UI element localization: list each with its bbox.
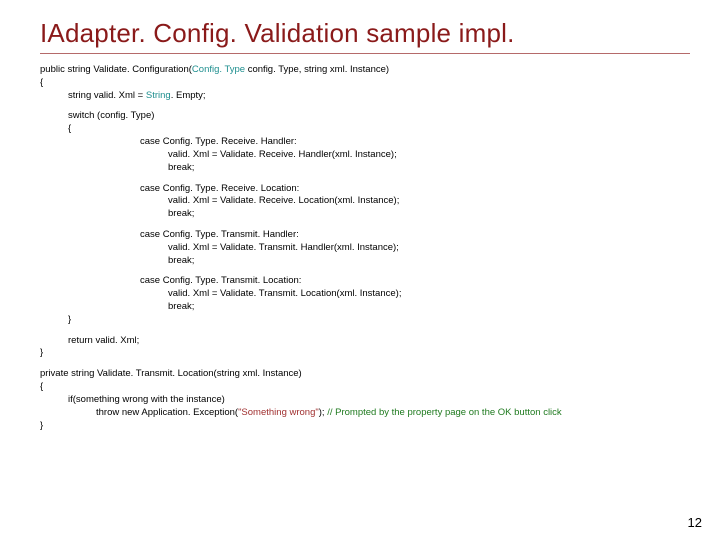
code-line: } [40,347,690,360]
slide-title: IAdapter. Config. Validation sample impl… [40,18,690,49]
code-line: valid. Xml = Validate. Receive. Handler(… [168,149,690,162]
code-line: } [68,314,690,327]
code-line: break; [168,301,690,314]
title-divider [40,53,690,54]
code-line: { [40,77,690,90]
code-line: valid. Xml = Validate. Transmit. Locatio… [168,288,690,301]
code-line: case Config. Type. Transmit. Location: [140,275,690,288]
code-line: case Config. Type. Receive. Handler: [140,136,690,149]
code-line: valid. Xml = Validate. Receive. Location… [168,195,690,208]
code-line: } [40,420,690,433]
code-line: private string Validate. Transmit. Locat… [40,368,690,381]
code-line: break; [168,162,690,175]
code-line: break; [168,255,690,268]
code-line: case Config. Type. Transmit. Handler: [140,229,690,242]
code-block: public string Validate. Configuration(Co… [40,64,690,432]
code-line: throw new Application. Exception("Someth… [96,407,690,420]
code-line: { [40,381,690,394]
code-line: switch (config. Type) [68,110,690,123]
page-number: 12 [688,515,702,530]
code-line: if(something wrong with the instance) [68,394,690,407]
code-line: valid. Xml = Validate. Transmit. Handler… [168,242,690,255]
code-line: string valid. Xml = String. Empty; [68,90,690,103]
code-line: public string Validate. Configuration(Co… [40,64,690,77]
code-line: break; [168,208,690,221]
code-line: case Config. Type. Receive. Location: [140,183,690,196]
code-line: return valid. Xml; [68,335,690,348]
code-line: { [68,123,690,136]
